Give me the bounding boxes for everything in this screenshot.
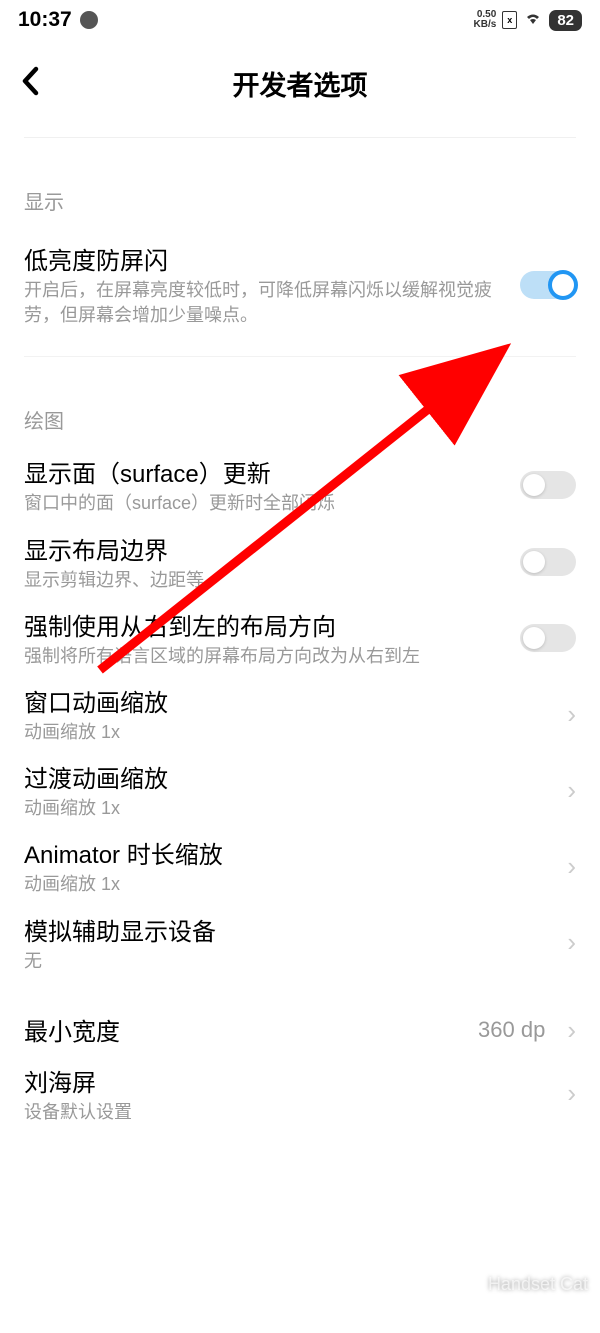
anti-flicker-title: 低亮度防屏闪 bbox=[24, 241, 504, 276]
section-label-display: 显示 bbox=[24, 186, 576, 215]
chevron-right-icon: › bbox=[567, 775, 576, 806]
layout-bounds-toggle[interactable] bbox=[520, 548, 576, 576]
row-window-anim[interactable]: 窗口动画缩放 动画缩放 1x › bbox=[24, 675, 576, 751]
anti-flicker-text: 低亮度防屏闪 开启后，在屏幕亮度较低时，可降低屏幕闪烁以缓解视觉疲劳，但屏幕会增… bbox=[24, 241, 504, 328]
row-surface-update[interactable]: 显示面（surface）更新 窗口中的面（surface）更新时全部闪烁 bbox=[24, 446, 576, 522]
status-left: 10:37 bbox=[18, 8, 98, 32]
window-anim-title: 窗口动画缩放 bbox=[24, 683, 551, 718]
status-bar: 10:37 0.50 KB/s x 82 bbox=[0, 0, 600, 36]
page-header: 开发者选项 bbox=[0, 36, 600, 123]
compass-icon bbox=[80, 11, 98, 29]
status-time: 10:37 bbox=[18, 8, 72, 32]
chevron-right-icon: › bbox=[567, 1078, 576, 1109]
animator-title: Animator 时长缩放 bbox=[24, 835, 551, 870]
section-display: 显示 低亮度防屏闪 开启后，在屏幕亮度较低时，可降低屏幕闪烁以缓解视觉疲劳，但屏… bbox=[0, 186, 600, 336]
rtl-title: 强制使用从右到左的布局方向 bbox=[24, 607, 504, 642]
layout-bounds-title: 显示布局边界 bbox=[24, 531, 504, 566]
anti-flicker-desc: 开启后，在屏幕亮度较低时，可降低屏幕闪烁以缓解视觉疲劳，但屏幕会增加少量噪点。 bbox=[24, 278, 504, 328]
window-anim-desc: 动画缩放 1x bbox=[24, 720, 551, 745]
row-transition-anim[interactable]: 过渡动画缩放 动画缩放 1x › bbox=[24, 751, 576, 827]
rtl-desc: 强制将所有语言区域的屏幕布局方向改为从右到左 bbox=[24, 644, 504, 669]
battery-level: 82 bbox=[549, 10, 582, 31]
notch-desc: 设备默认设置 bbox=[24, 1100, 551, 1125]
watermark: Handset Cat bbox=[460, 1271, 588, 1297]
secondary-display-desc: 无 bbox=[24, 949, 551, 974]
row-animator[interactable]: Animator 时长缩放 动画缩放 1x › bbox=[24, 827, 576, 903]
min-width-value: 360 dp bbox=[478, 1017, 545, 1043]
chevron-right-icon: › bbox=[567, 1015, 576, 1046]
secondary-display-title: 模拟辅助显示设备 bbox=[24, 912, 551, 947]
surface-update-title: 显示面（surface）更新 bbox=[24, 454, 504, 489]
row-anti-flicker[interactable]: 低亮度防屏闪 开启后，在屏幕亮度较低时，可降低屏幕闪烁以缓解视觉疲劳，但屏幕会增… bbox=[24, 227, 576, 336]
row-layout-bounds[interactable]: 显示布局边界 显示剪辑边界、边距等。 bbox=[24, 523, 576, 599]
chevron-right-icon: › bbox=[567, 851, 576, 882]
rtl-toggle[interactable] bbox=[520, 624, 576, 652]
min-width-title: 最小宽度 bbox=[24, 1012, 462, 1047]
row-secondary-display[interactable]: 模拟辅助显示设备 无 › bbox=[24, 904, 576, 980]
surface-update-desc: 窗口中的面（surface）更新时全部闪烁 bbox=[24, 491, 504, 516]
anti-flicker-toggle[interactable] bbox=[520, 271, 576, 299]
transition-anim-title: 过渡动画缩放 bbox=[24, 759, 551, 794]
wifi-icon bbox=[523, 10, 543, 31]
handset-icon bbox=[460, 1271, 482, 1297]
chevron-right-icon: › bbox=[567, 699, 576, 730]
section-label-draw: 绘图 bbox=[24, 405, 576, 434]
sim-icon: x bbox=[502, 11, 517, 29]
row-rtl[interactable]: 强制使用从右到左的布局方向 强制将所有语言区域的屏幕布局方向改为从右到左 bbox=[24, 599, 576, 675]
divider bbox=[24, 356, 576, 357]
row-min-width[interactable]: 最小宽度 360 dp › bbox=[24, 1004, 576, 1055]
row-notch[interactable]: 刘海屏 设备默认设置 › bbox=[24, 1055, 576, 1131]
surface-update-toggle[interactable] bbox=[520, 471, 576, 499]
layout-bounds-desc: 显示剪辑边界、边距等。 bbox=[24, 568, 504, 593]
status-right: 0.50 KB/s x 82 bbox=[474, 10, 582, 31]
page-title: 开发者选项 bbox=[233, 64, 368, 103]
notch-title: 刘海屏 bbox=[24, 1063, 551, 1098]
animator-desc: 动画缩放 1x bbox=[24, 872, 551, 897]
transition-anim-desc: 动画缩放 1x bbox=[24, 796, 551, 821]
section-draw: 绘图 显示面（surface）更新 窗口中的面（surface）更新时全部闪烁 … bbox=[0, 405, 600, 1131]
network-speed: 0.50 KB/s bbox=[474, 10, 497, 30]
chevron-right-icon: › bbox=[567, 927, 576, 958]
back-button[interactable] bbox=[20, 66, 42, 101]
divider bbox=[24, 137, 576, 138]
